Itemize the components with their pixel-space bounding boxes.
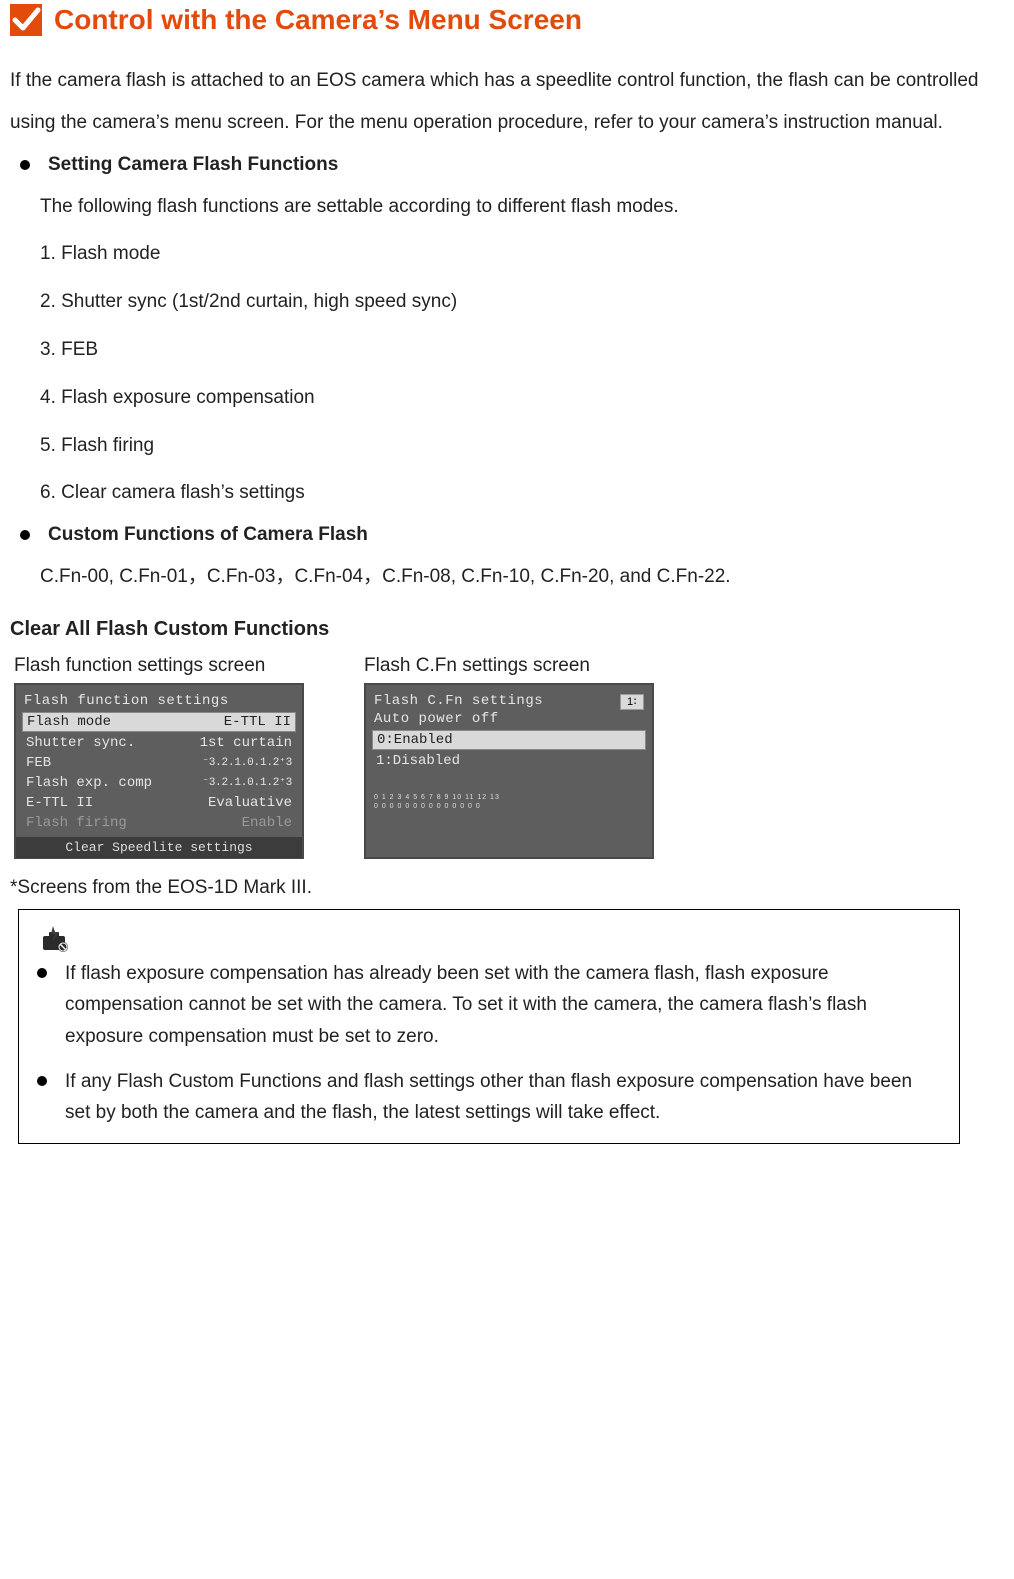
lcd-row-ettl: E-TTL II Evaluative <box>20 793 298 813</box>
lcd-title-text: Flash C.Fn settings <box>374 693 543 709</box>
bullet-icon <box>20 530 30 540</box>
lcd-row-flash-mode: Flash mode E-TTL II <box>22 712 296 732</box>
note-text: If flash exposure compensation has alrea… <box>65 958 941 1052</box>
page-title-row: Control with the Camera’s Menu Screen <box>10 4 1004 36</box>
flash-cfn-settings-screen: Flash C.Fn settings 1∶ Auto power off 0:… <box>364 683 654 859</box>
custom-functions-body: C.Fn-00, C.Fn-01，C.Fn-03，C.Fn-04，C.Fn-08… <box>40 556 1004 598</box>
notes-box: If flash exposure compensation has alrea… <box>18 909 960 1144</box>
list-item: 3. FEB <box>40 329 1004 371</box>
bullet-icon <box>37 1076 47 1086</box>
bullet-icon <box>20 160 30 170</box>
section-heading: Custom Functions of Camera Flash <box>48 524 368 546</box>
flash-function-settings-screen: Flash function settings Flash mode E-TTL… <box>14 683 304 859</box>
note-item: If any Flash Custom Functions and flash … <box>37 1066 941 1129</box>
section1-lead: The following flash functions are settab… <box>40 186 1004 228</box>
lcd-subtitle: Auto power off <box>370 711 648 729</box>
lcd-option-text: 1:Disabled <box>376 753 460 769</box>
section-setting-flash-functions: Setting Camera Flash Functions <box>20 154 1004 176</box>
list-item: 1. Flash mode <box>40 233 1004 275</box>
lcd-label: Shutter sync. <box>26 735 135 751</box>
clear-functions-heading: Clear All Flash Custom Functions <box>10 618 1004 641</box>
page-title: Control with the Camera’s Menu Screen <box>54 4 582 36</box>
lcd-value: ⁻3.2.1.0.1.2⁺3 <box>202 755 292 771</box>
note-item: If flash exposure compensation has alrea… <box>37 958 941 1052</box>
flash-status-icon <box>37 924 69 952</box>
note-text: If any Flash Custom Functions and flash … <box>65 1066 941 1129</box>
cfn-scale-top: 0 1 2 3 4 5 6 7 8 9 10 11 12 13 <box>370 793 648 802</box>
lcd-row-feb: FEB ⁻3.2.1.0.1.2⁺3 <box>20 753 298 773</box>
lcd-option-enabled: 0:Enabled <box>372 730 646 750</box>
lcd-value: Enable <box>242 815 292 831</box>
lcd-option-text: 0:Enabled <box>377 732 453 748</box>
lcd-label: Flash exp. comp <box>26 775 152 791</box>
list-item: 4. Flash exposure compensation <box>40 377 1004 419</box>
lcd-label: Flash mode <box>27 714 111 730</box>
lcd-row-shutter-sync: Shutter sync. 1st curtain <box>20 733 298 753</box>
lcd-title: Flash function settings <box>20 691 298 711</box>
lcd-title: Flash C.Fn settings 1∶ <box>370 691 648 711</box>
lcd-value: ⁻3.2.1.0.1.2⁺3 <box>202 775 292 791</box>
lcd-footer: Clear Speedlite settings <box>16 837 302 858</box>
lcd-label: E-TTL II <box>26 795 93 811</box>
intro-paragraph: If the camera flash is attached to an EO… <box>10 60 1004 144</box>
lcd-label: Flash firing <box>26 815 127 831</box>
bullet-icon <box>37 968 47 978</box>
screen-caption-left: Flash function settings screen <box>14 655 304 677</box>
lcd-option-disabled: 1:Disabled <box>370 751 648 771</box>
screen-caption-right: Flash C.Fn settings screen <box>364 655 654 677</box>
list-item: 2. Shutter sync (1st/2nd curtain, high s… <box>40 281 1004 323</box>
list-item: 6. Clear camera flash’s settings <box>40 472 1004 514</box>
section-custom-functions: Custom Functions of Camera Flash <box>20 524 1004 546</box>
cfn-scale-bot: 0 0 0 0 0 0 0 0 0 0 0 0 0 0 <box>370 802 648 811</box>
lcd-row-flash-exp-comp: Flash exp. comp ⁻3.2.1.0.1.2⁺3 <box>20 773 298 793</box>
lcd-value: 1st curtain <box>200 735 292 751</box>
lcd-value: E-TTL II <box>224 714 291 730</box>
cfn-index-badge: 1∶ <box>620 694 644 710</box>
lcd-row-flash-firing: Flash firing Enable <box>20 813 298 833</box>
screens-footnote: *Screens from the EOS-1D Mark III. <box>10 877 1004 899</box>
lcd-value: Evaluative <box>208 795 292 811</box>
list-item: 5. Flash firing <box>40 425 1004 467</box>
lcd-label: FEB <box>26 755 51 771</box>
section-heading: Setting Camera Flash Functions <box>48 154 338 176</box>
check-icon <box>10 4 42 36</box>
